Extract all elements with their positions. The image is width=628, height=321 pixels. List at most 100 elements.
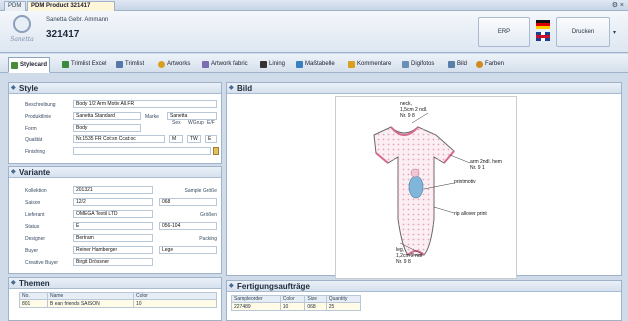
product-sketch-image: neck, 1,5cm 2 ndl. Nr. 9 8 arm 2ndl. hem… xyxy=(335,96,517,279)
tab-farben[interactable]: Farben xyxy=(474,57,506,71)
sex-label: Sex xyxy=(172,120,181,126)
header-more-icon[interactable]: ▾ xyxy=(613,29,616,36)
tab-pdm-product[interactable]: PDM Product 321417 xyxy=(27,1,115,11)
company-name: Sanetta Gebr. Ammann xyxy=(46,17,109,23)
window-controls[interactable]: ⚙ × xyxy=(612,1,624,9)
table-row[interactable]: 801 B ean friends SAISON 10 xyxy=(19,299,217,308)
erp-button[interactable]: ERP xyxy=(478,17,530,47)
saison-field[interactable]: 12/2 xyxy=(73,198,153,206)
language-selector[interactable] xyxy=(536,20,550,42)
column-header[interactable]: No. xyxy=(19,292,48,300)
panel-title: Themen xyxy=(19,279,50,288)
tab-trimlist-excel[interactable]: Trimlist Excel xyxy=(60,57,108,71)
tab-label: Stylecard xyxy=(20,61,48,68)
tab-masstabelle[interactable]: Maßtabelle xyxy=(294,57,337,71)
themen-table: No. Name Color 801 B ean friends SAISON … xyxy=(19,292,217,308)
edit-pencil-icon[interactable] xyxy=(213,147,219,155)
finishing-field[interactable] xyxy=(73,147,211,155)
annotation-line: Nr. 9 8 xyxy=(396,259,411,265)
excel-icon xyxy=(62,60,69,68)
form-field[interactable]: Body xyxy=(73,124,141,132)
sample-groesse-label: Sample Größe xyxy=(184,188,217,194)
marke-label: Marke xyxy=(145,114,159,120)
product-id: 321417 xyxy=(46,29,80,40)
table-cell: B ean friends SAISON xyxy=(47,299,134,308)
marke-field[interactable]: Sanetta xyxy=(167,112,217,120)
tab-label: Artwork fabric xyxy=(211,60,248,67)
bild-panel-header[interactable]: ◆ Bild xyxy=(227,83,621,94)
qualitaet-label: Qualität xyxy=(25,137,43,143)
lieferant-field[interactable]: OMEGA Textil LTD xyxy=(73,210,153,218)
tab-stylecard[interactable]: Stylecard xyxy=(8,57,51,73)
ef-label: E/F xyxy=(207,120,215,126)
table-header-row: Sampleorder Color Size Quantity xyxy=(231,295,362,303)
collapse-chevron-icon[interactable]: ◆ xyxy=(229,281,234,292)
annotation-line: Nr. 9 8 xyxy=(400,113,415,119)
panel-title: Style xyxy=(19,84,39,93)
fabric-icon xyxy=(202,60,209,68)
tab-artwork-fabric[interactable]: Artwork fabric xyxy=(200,57,250,71)
collapse-chevron-icon[interactable]: ◆ xyxy=(11,278,16,289)
column-header[interactable]: Sampleorder xyxy=(231,295,281,303)
style-panel-header[interactable]: ◆ Style xyxy=(9,83,221,94)
column-header[interactable]: Size xyxy=(304,295,327,303)
kollektion-field[interactable]: 201321 xyxy=(73,186,153,194)
sample-groesse-field[interactable]: 068 xyxy=(159,198,217,206)
table-cell: 068 xyxy=(304,302,327,311)
print-label: Drucken xyxy=(571,29,595,35)
panel-title: Variante xyxy=(19,168,51,177)
tab-digifotos[interactable]: Digifotos xyxy=(400,57,436,71)
table-cell: 227489 xyxy=(231,302,281,311)
logo-script: Sanetta xyxy=(10,36,34,43)
packing-field[interactable]: Lege xyxy=(159,246,217,254)
tab-kommentare[interactable]: Kommentare xyxy=(346,57,393,71)
table-row[interactable]: 227489 10 068 25 xyxy=(231,302,362,311)
status-field[interactable]: E xyxy=(73,222,153,230)
product-header: Sanetta Sanetta Gebr. Ammann 321417 ERP … xyxy=(0,11,628,53)
beschreibung-field[interactable]: Body 1/2 Arm Motiv All.FR xyxy=(73,100,217,108)
collapse-chevron-icon[interactable]: ◆ xyxy=(229,83,234,94)
variante-panel-header[interactable]: ◆ Variante xyxy=(9,167,221,178)
creative-buyer-field[interactable]: Birgit Drössner xyxy=(73,258,153,266)
table-cell: 25 xyxy=(325,302,362,311)
image-icon xyxy=(448,60,455,68)
style-panel: ◆ Style Beschreibung Body 1/2 Arm Motiv A… xyxy=(8,82,222,164)
uk-flag-icon[interactable] xyxy=(536,32,550,41)
tab-label: Kommentare xyxy=(357,60,392,67)
table-header-row: No. Name Color xyxy=(19,292,217,300)
view-tabbar: Stylecard Trimlist Excel Trimlist Artwor… xyxy=(0,54,628,73)
german-flag-icon[interactable] xyxy=(536,20,550,29)
tab-artworks[interactable]: Artworks xyxy=(156,57,192,71)
column-header[interactable]: Name xyxy=(47,292,134,300)
wgrup-field[interactable]: TW xyxy=(187,135,201,143)
tab-lining[interactable]: Lining xyxy=(258,57,287,71)
column-header[interactable]: Quantity xyxy=(325,295,362,303)
table-icon xyxy=(296,60,303,68)
collapse-chevron-icon[interactable]: ◆ xyxy=(11,167,16,178)
column-header[interactable]: Color xyxy=(279,295,306,303)
designer-field[interactable]: Bertram xyxy=(73,234,153,242)
buyer-field[interactable]: Reiner Hamberger xyxy=(73,246,153,254)
ef-field[interactable]: E xyxy=(205,135,217,143)
wgrup-label: WGrup xyxy=(188,120,204,126)
tab-label: Trimlist Excel xyxy=(71,60,107,67)
stylecard-icon xyxy=(11,61,18,69)
sex-field[interactable]: M xyxy=(169,135,183,143)
groessen-label: Größen xyxy=(200,212,217,218)
print-button[interactable]: Drucken xyxy=(556,17,610,47)
beschreibung-label: Beschreibung xyxy=(25,102,56,108)
collapse-chevron-icon[interactable]: ◆ xyxy=(11,83,16,94)
groessen-field[interactable]: 056-104 xyxy=(159,222,217,230)
creative-buyer-label: Creative Buyer xyxy=(25,260,59,266)
tab-pdm[interactable]: PDM xyxy=(4,1,26,11)
tab-bild[interactable]: Bild xyxy=(446,57,469,71)
fertigung-panel-header[interactable]: ◆ Fertigungsaufträge xyxy=(227,281,621,292)
panel-title: Fertigungsaufträge xyxy=(237,282,310,291)
tab-trimlist[interactable]: Trimlist xyxy=(114,57,146,71)
qualitaet-field[interactable]: Nr.1535 FR Cot:sn Ccat:oc xyxy=(73,135,165,143)
table-cell: 10 xyxy=(133,299,217,308)
themen-panel-header[interactable]: ◆ Themen xyxy=(9,278,221,289)
produktlinie-field[interactable]: Sanetta Standard xyxy=(73,112,141,120)
column-header[interactable]: Color xyxy=(133,292,217,300)
tab-label: Digifotos xyxy=(411,60,435,67)
